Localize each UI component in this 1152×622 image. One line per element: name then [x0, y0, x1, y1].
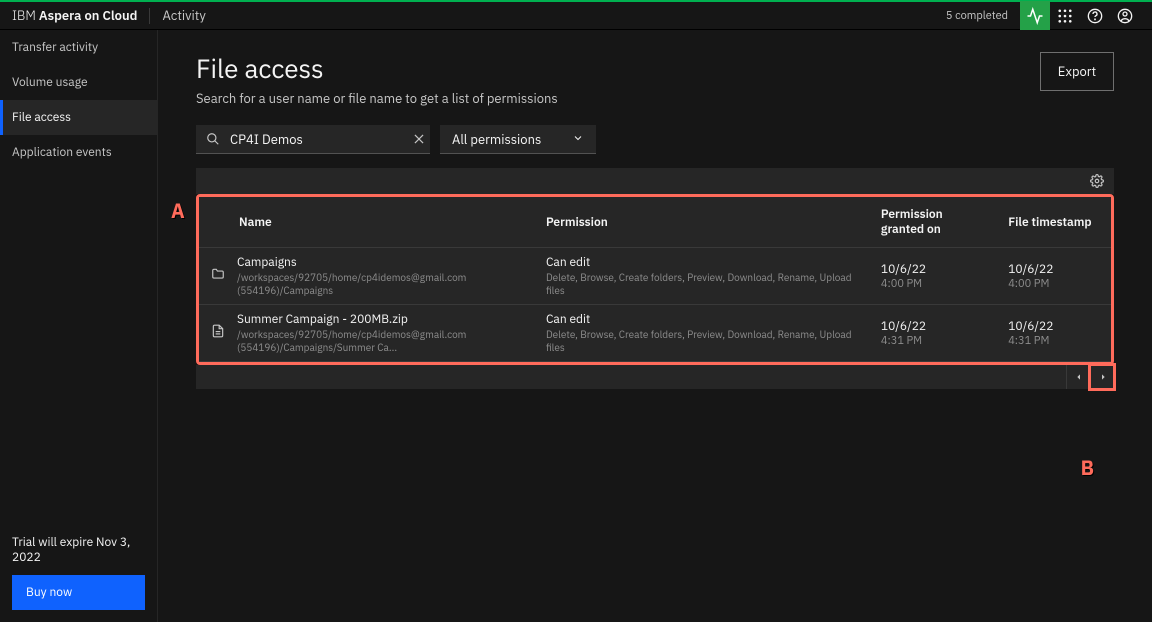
pager — [196, 365, 1114, 389]
top-nav-activity[interactable]: Activity — [162, 7, 205, 24]
permissions-filter[interactable]: All permissions — [440, 125, 596, 154]
row-ts-time: 4:00 PM — [1008, 277, 1099, 291]
permissions-filter-label: All permissions — [452, 131, 541, 148]
apps-grid-icon[interactable] — [1050, 1, 1080, 31]
highlight-a: A Name Permission Permission granted on … — [196, 194, 1114, 365]
brand-prefix: IBM — [12, 7, 39, 24]
main-layout: Transfer activity Volume usage File acce… — [0, 30, 1152, 622]
row-permission: Can edit — [546, 312, 857, 327]
col-timestamp[interactable]: File timestamp — [996, 197, 1111, 248]
activity-pulse-icon[interactable] — [1020, 1, 1050, 31]
folder-icon — [211, 267, 225, 285]
trial-text: Trial will expire Nov 3, 2022 — [12, 535, 145, 565]
row-permission: Can edit — [546, 255, 857, 270]
table-toolbar — [196, 168, 1114, 194]
row-permission-detail: Delete, Browse, Create folders, Preview,… — [546, 328, 857, 354]
sidebar-nav: Transfer activity Volume usage File acce… — [0, 30, 157, 523]
table-row[interactable]: Campaigns /workspaces/92705/home/cp4idem… — [199, 248, 1111, 305]
content: File access Search for a user name or fi… — [158, 30, 1152, 622]
annotation-a: A — [171, 197, 185, 224]
row-granted-date: 10/6/22 — [881, 262, 984, 277]
topbar: IBM Aspera on Cloud Activity 5 completed — [0, 0, 1152, 30]
row-ts-date: 10/6/22 — [1008, 319, 1099, 334]
page-subtitle: Search for a user name or file name to g… — [196, 90, 558, 107]
col-granted[interactable]: Permission granted on — [869, 197, 996, 248]
col-name[interactable]: Name — [199, 197, 534, 248]
sidebar-item-transfer-activity[interactable]: Transfer activity — [0, 30, 157, 65]
annotation-b: B — [1081, 454, 1094, 481]
clear-search-icon[interactable] — [402, 132, 436, 146]
brand-name: Aspera on Cloud — [39, 7, 138, 24]
divider — [149, 8, 150, 24]
search-box — [196, 125, 430, 154]
row-permission-detail: Delete, Browse, Create folders, Preview,… — [546, 271, 857, 297]
row-granted-date: 10/6/22 — [881, 319, 984, 334]
sidebar-item-application-events[interactable]: Application events — [0, 135, 157, 170]
search-icon — [196, 132, 230, 146]
col-permission[interactable]: Permission — [534, 197, 869, 248]
content-header: File access Search for a user name or fi… — [158, 30, 1152, 125]
row-ts-time: 4:31 PM — [1008, 334, 1099, 348]
topbar-left: IBM Aspera on Cloud Activity — [12, 7, 206, 24]
row-granted-time: 4:00 PM — [881, 277, 984, 291]
pager-prev[interactable] — [1066, 365, 1090, 389]
page-title: File access — [196, 52, 558, 86]
row-path: /workspaces/92705/home/cp4idemos@gmail.c… — [237, 328, 522, 354]
chevron-down-icon — [572, 131, 584, 148]
trial-box: Trial will expire Nov 3, 2022 Buy now — [0, 523, 157, 622]
help-icon[interactable] — [1080, 1, 1110, 31]
table-row[interactable]: Summer Campaign - 200MB.zip /workspaces/… — [199, 305, 1111, 362]
row-ts-date: 10/6/22 — [1008, 262, 1099, 277]
pager-next[interactable] — [1090, 365, 1114, 389]
title-block: File access Search for a user name or fi… — [196, 52, 558, 107]
table-header-row: Name Permission Permission granted on Fi… — [199, 197, 1111, 248]
sidebar-item-file-access[interactable]: File access — [0, 100, 157, 135]
topbar-right: 5 completed — [934, 1, 1140, 31]
user-avatar-icon[interactable] — [1110, 1, 1140, 31]
search-input[interactable] — [230, 131, 402, 148]
sidebar: Transfer activity Volume usage File acce… — [0, 30, 158, 622]
buy-now-button[interactable]: Buy now — [12, 575, 145, 610]
sidebar-item-volume-usage[interactable]: Volume usage — [0, 65, 157, 100]
filters: All permissions — [158, 125, 1152, 168]
brand: IBM Aspera on Cloud — [12, 7, 137, 24]
file-icon — [211, 324, 225, 342]
export-button[interactable]: Export — [1040, 52, 1114, 91]
row-granted-time: 4:31 PM — [881, 334, 984, 348]
file-access-table: Name Permission Permission granted on Fi… — [199, 197, 1111, 362]
completed-status: 5 completed — [934, 9, 1020, 23]
table-settings-icon[interactable] — [1090, 174, 1104, 188]
row-name: Summer Campaign - 200MB.zip — [237, 312, 522, 327]
table-wrap: A Name Permission Permission granted on … — [196, 168, 1114, 389]
row-name: Campaigns — [237, 255, 522, 270]
row-path: /workspaces/92705/home/cp4idemos@gmail.c… — [237, 271, 522, 297]
